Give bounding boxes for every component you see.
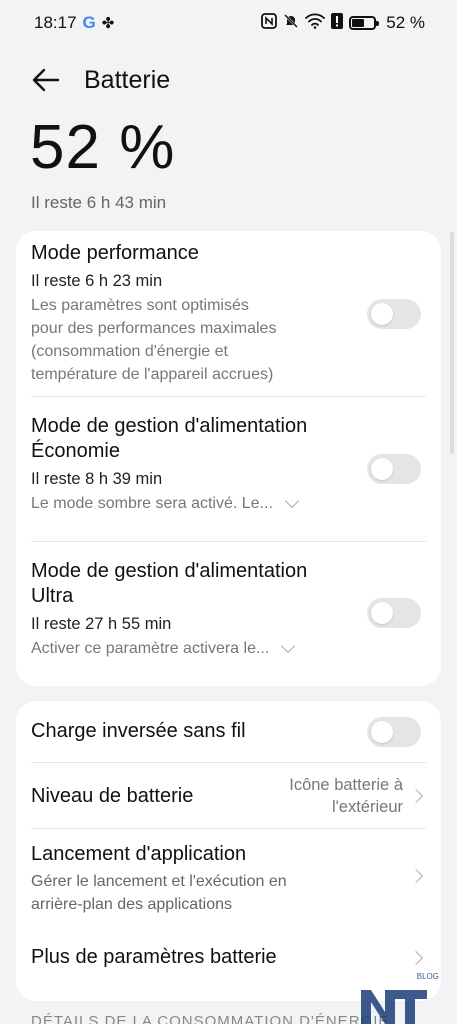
- description-line: (consommation d'énergie et: [31, 343, 228, 360]
- back-arrow-icon[interactable]: [32, 65, 62, 95]
- consumption-details-header: DÉTAILS DE LA CONSOMMATION D'ÉNERGIE: [31, 1013, 390, 1024]
- economy-mode-remaining: Il reste 8 h 39 min: [31, 470, 163, 488]
- economy-mode-row[interactable]: Mode de gestion d'alimentation Économie …: [31, 414, 351, 515]
- toggle-knob: [371, 721, 393, 743]
- battery-settings-card: Charge inversée sans fil Niveau de batte…: [16, 701, 441, 1001]
- reverse-charge-toggle[interactable]: [367, 717, 421, 747]
- more-battery-settings-label: Plus de paramètres batterie: [31, 946, 277, 968]
- description-line: température de l'appareil accrues): [31, 366, 274, 383]
- ultra-mode-row[interactable]: Mode de gestion d'alimentation Ultra Il …: [31, 559, 351, 660]
- app-header: Batterie: [0, 56, 457, 104]
- title-line: Ultra: [31, 585, 74, 607]
- value-line: Icône batterie à: [289, 776, 403, 794]
- toggle-knob: [371, 602, 393, 624]
- toggle-knob: [371, 303, 393, 325]
- economy-mode-title: Mode de gestion d'alimentation Économie: [31, 414, 351, 464]
- mute-bell-icon: [283, 13, 299, 33]
- ultra-mode-title: Mode de gestion d'alimentation Ultra: [31, 559, 351, 609]
- title-line: Mode de gestion d'alimentation: [31, 415, 308, 437]
- status-left: 18:17 G ✤: [34, 13, 114, 33]
- app-launch-description: Gérer le lancement et l'exécution en arr…: [31, 870, 381, 916]
- app-launch-label: Lancement d'application: [31, 843, 247, 865]
- battery-percent-large: 52 %: [30, 113, 176, 182]
- battery-level-row[interactable]: Niveau de batterie Icône batterie à l'ex…: [16, 763, 441, 828]
- chevron-right-icon: [408, 950, 424, 966]
- battery-status-icon: [349, 16, 380, 30]
- ultra-mode-description: Activer ce paramètre activera le...: [31, 640, 270, 657]
- ultra-mode-description-row[interactable]: Activer ce paramètre activera le...: [31, 637, 351, 660]
- divider: [31, 541, 426, 542]
- app-launch-row[interactable]: Lancement d'application Gérer le lanceme…: [16, 829, 441, 924]
- chevron-down-icon[interactable]: [281, 638, 296, 653]
- status-bar: 18:17 G ✤ 52 %: [0, 0, 457, 46]
- battery-level-value: Icône batterie à l'extérieur: [289, 774, 403, 818]
- ultra-mode-toggle[interactable]: [367, 598, 421, 628]
- toggle-knob: [371, 458, 393, 480]
- battery-level-label: Niveau de batterie: [31, 785, 194, 807]
- performance-mode-toggle[interactable]: [367, 299, 421, 329]
- pinwheel-icon: ✤: [101, 15, 115, 32]
- performance-mode-description: Les paramètres sont optimisés pour des p…: [31, 294, 341, 386]
- power-modes-card: Mode performance Il reste 6 h 23 min Les…: [16, 231, 441, 686]
- scrollbar[interactable]: [450, 232, 454, 454]
- economy-mode-description-row[interactable]: Le mode sombre sera activé. Le...: [31, 492, 351, 515]
- status-right: 52 %: [261, 13, 425, 33]
- divider: [31, 396, 426, 397]
- description-line: Les paramètres sont optimisés: [31, 297, 249, 314]
- status-time: 18:17: [34, 13, 77, 32]
- status-battery-percent: 52 %: [386, 13, 425, 32]
- performance-mode-remaining: Il reste 6 h 23 min: [31, 272, 163, 290]
- chevron-down-icon[interactable]: [284, 493, 299, 508]
- performance-mode-title: Mode performance: [31, 242, 199, 264]
- watermark-blog-tag: BLOG: [416, 972, 439, 981]
- economy-mode-description: Le mode sombre sera activé. Le...: [31, 495, 273, 512]
- description-line: arrière-plan des applications: [31, 896, 232, 913]
- watermark-logo: BLOG: [359, 972, 439, 1024]
- nfc-icon: [261, 13, 278, 33]
- description-line: pour des performances maximales: [31, 320, 277, 337]
- wifi-icon: [305, 13, 326, 33]
- performance-mode-row[interactable]: Mode performance Il reste 6 h 23 min Les…: [31, 241, 341, 386]
- title-line: Mode de gestion d'alimentation: [31, 560, 308, 582]
- page-title: Batterie: [84, 65, 171, 94]
- chevron-right-icon: [408, 788, 424, 804]
- google-icon: G: [82, 13, 96, 32]
- battery-remaining: Il reste 6 h 43 min: [31, 193, 167, 212]
- app-launch-text: Lancement d'application Gérer le lanceme…: [31, 842, 381, 916]
- ultra-mode-remaining: Il reste 27 h 55 min: [31, 615, 172, 633]
- chevron-right-icon: [408, 868, 424, 884]
- alert-icon: [331, 13, 344, 33]
- economy-mode-toggle[interactable]: [367, 454, 421, 484]
- value-line: l'extérieur: [331, 798, 403, 816]
- title-line: Économie: [31, 440, 120, 462]
- description-line: Gérer le lancement et l'exécution en: [31, 873, 287, 890]
